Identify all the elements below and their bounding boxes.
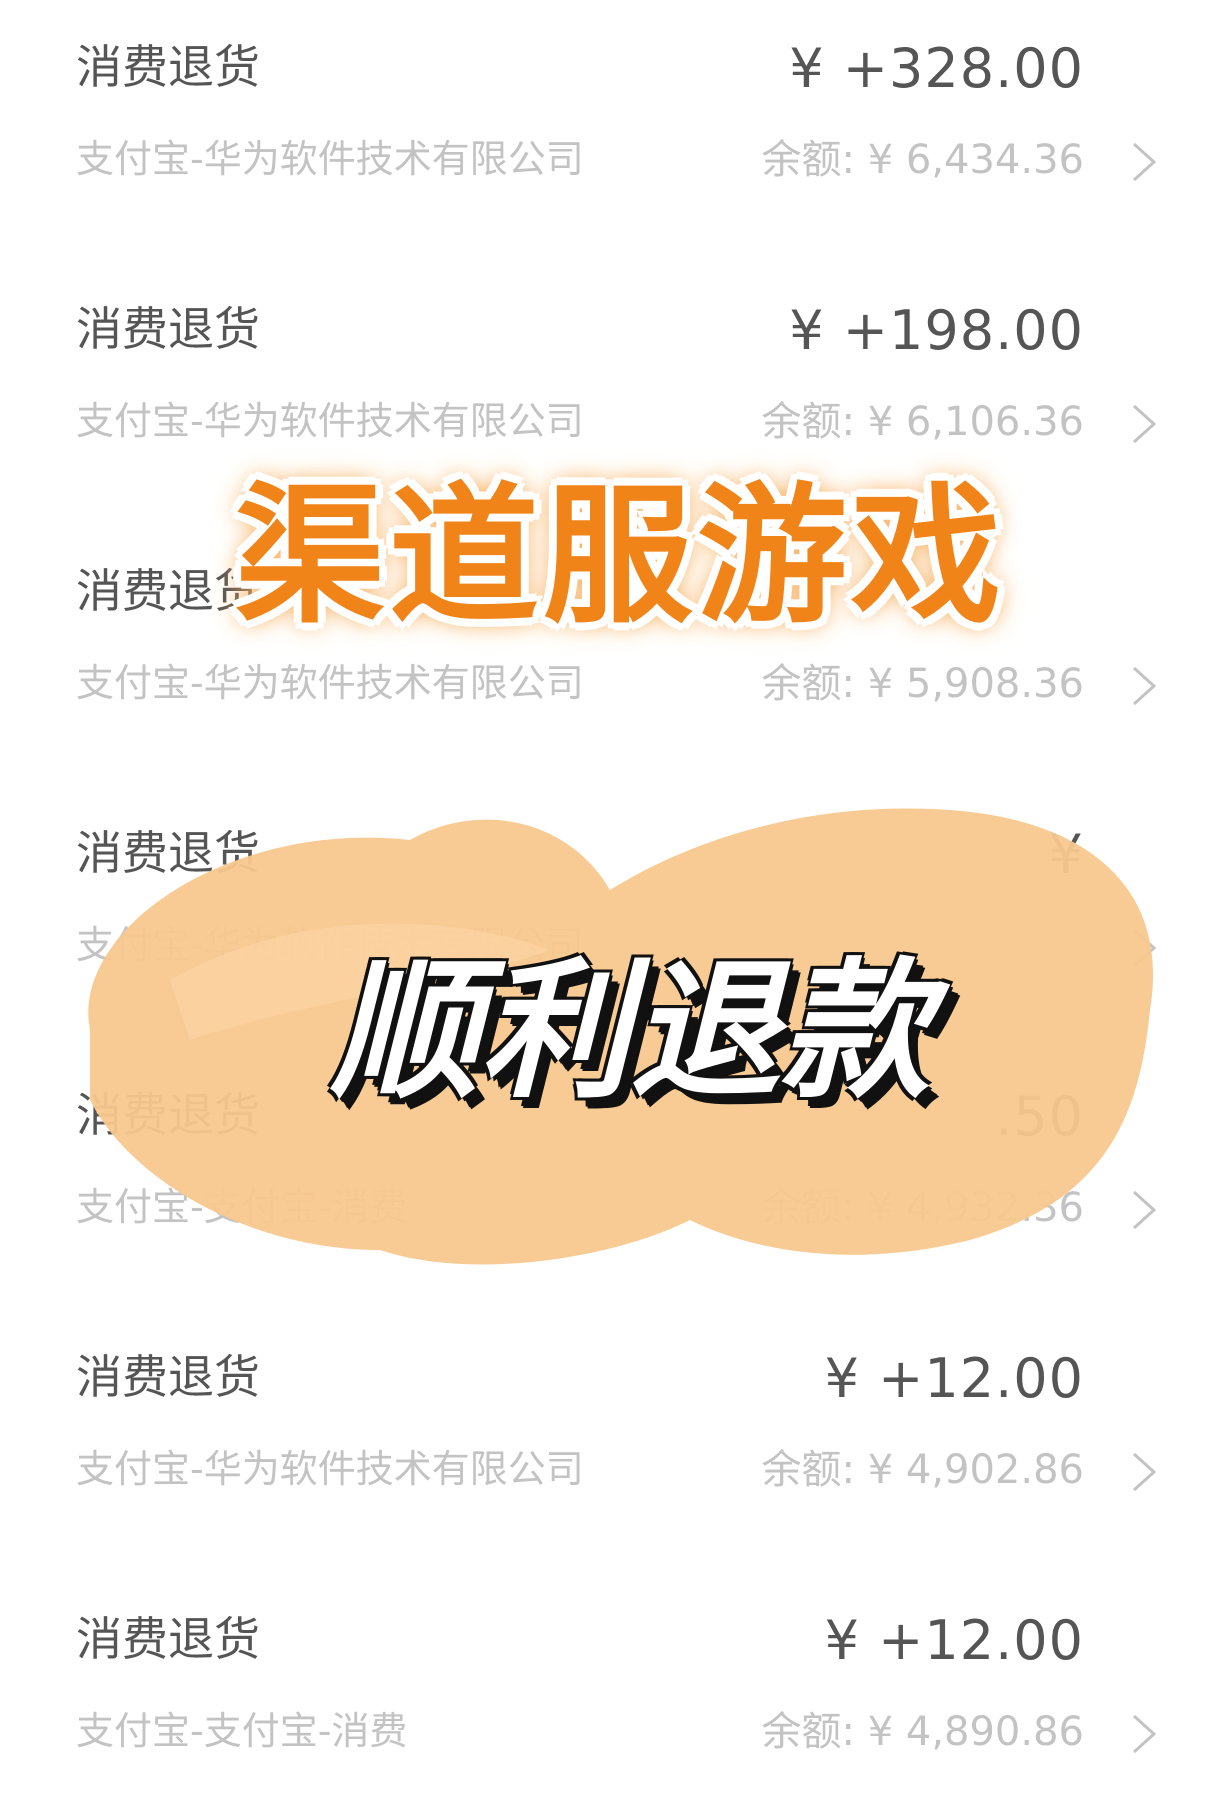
transaction-source: 支付宝-华为软件技术有限公司 bbox=[76, 923, 584, 967]
transaction-row[interactable]: 消费退货 ¥ 支付宝-华为软件技术有限公司 bbox=[0, 786, 1224, 986]
transaction-balance: 余额: ¥ 4,932.36 bbox=[761, 1185, 1084, 1231]
transaction-list: 消费退货 ¥ +328.00 支付宝-华为软件技术有限公司 余额: ¥ 6,43… bbox=[0, 0, 1224, 1806]
transaction-source: 支付宝-华为软件技术有限公司 bbox=[76, 661, 584, 705]
transaction-row[interactable]: 消费退货 ¥ +198.00 支付宝-华为软件技术有限公司 余额: ¥ 6,10… bbox=[0, 262, 1224, 462]
transaction-amount: ¥ +12.00 bbox=[824, 1347, 1084, 1410]
transaction-row[interactable]: 消费退货 ¥ +12.00 支付宝-华为软件技术有限公司 余额: ¥ 4,902… bbox=[0, 1310, 1224, 1510]
transaction-row[interactable]: 消费退货 .50 支付宝-支付宝-消费 余额: ¥ 4,932.36 bbox=[0, 1048, 1224, 1248]
transaction-row[interactable]: 消费退货 支付宝-华为软件技术有限公司 余额: ¥ 5,908.36 bbox=[0, 524, 1224, 724]
transaction-title: 消费退货 bbox=[76, 826, 260, 880]
chevron-right-icon[interactable] bbox=[1126, 926, 1164, 970]
transaction-balance: 余额: ¥ 6,434.36 bbox=[761, 137, 1084, 183]
transaction-source: 支付宝-支付宝-消费 bbox=[76, 1709, 408, 1753]
chevron-right-icon[interactable] bbox=[1126, 140, 1164, 184]
transaction-row[interactable]: 消费退货 ¥ +328.00 支付宝-华为软件技术有限公司 余额: ¥ 6,43… bbox=[0, 0, 1224, 200]
transaction-balance: 余额: ¥ 5,908.36 bbox=[761, 661, 1084, 707]
transaction-balance: 余额: ¥ 4,902.86 bbox=[761, 1447, 1084, 1493]
transaction-title: 消费退货 bbox=[76, 40, 260, 94]
transaction-title: 消费退货 bbox=[76, 564, 260, 618]
transaction-title: 消费退货 bbox=[76, 302, 260, 356]
transaction-row[interactable]: 消费退货 ¥ +12.00 支付宝-支付宝-消费 余额: ¥ 4,890.86 bbox=[0, 1572, 1224, 1772]
chevron-right-icon[interactable] bbox=[1126, 1450, 1164, 1494]
transaction-balance: 余额: ¥ 6,106.36 bbox=[761, 399, 1084, 445]
chevron-right-icon[interactable] bbox=[1126, 402, 1164, 446]
transaction-title: 消费退货 bbox=[76, 1612, 260, 1666]
transaction-title: 消费退货 bbox=[76, 1088, 260, 1142]
transaction-source: 支付宝-支付宝-消费 bbox=[76, 1185, 408, 1229]
transaction-amount: .50 bbox=[995, 1085, 1084, 1148]
transaction-source: 支付宝-华为软件技术有限公司 bbox=[76, 137, 584, 181]
transaction-amount: ¥ +328.00 bbox=[789, 37, 1084, 100]
transaction-title: 消费退货 bbox=[76, 1350, 260, 1404]
transaction-balance: 余额: ¥ 4,890.86 bbox=[761, 1709, 1084, 1755]
chevron-right-icon[interactable] bbox=[1126, 1188, 1164, 1232]
transaction-amount: ¥ +198.00 bbox=[789, 299, 1084, 362]
chevron-right-icon[interactable] bbox=[1126, 664, 1164, 708]
transaction-amount: ¥ +12.00 bbox=[824, 1609, 1084, 1672]
chevron-right-icon[interactable] bbox=[1126, 1712, 1164, 1756]
transaction-amount: ¥ bbox=[1048, 823, 1084, 886]
transaction-source: 支付宝-华为软件技术有限公司 bbox=[76, 1447, 584, 1491]
transaction-source: 支付宝-华为软件技术有限公司 bbox=[76, 399, 584, 443]
